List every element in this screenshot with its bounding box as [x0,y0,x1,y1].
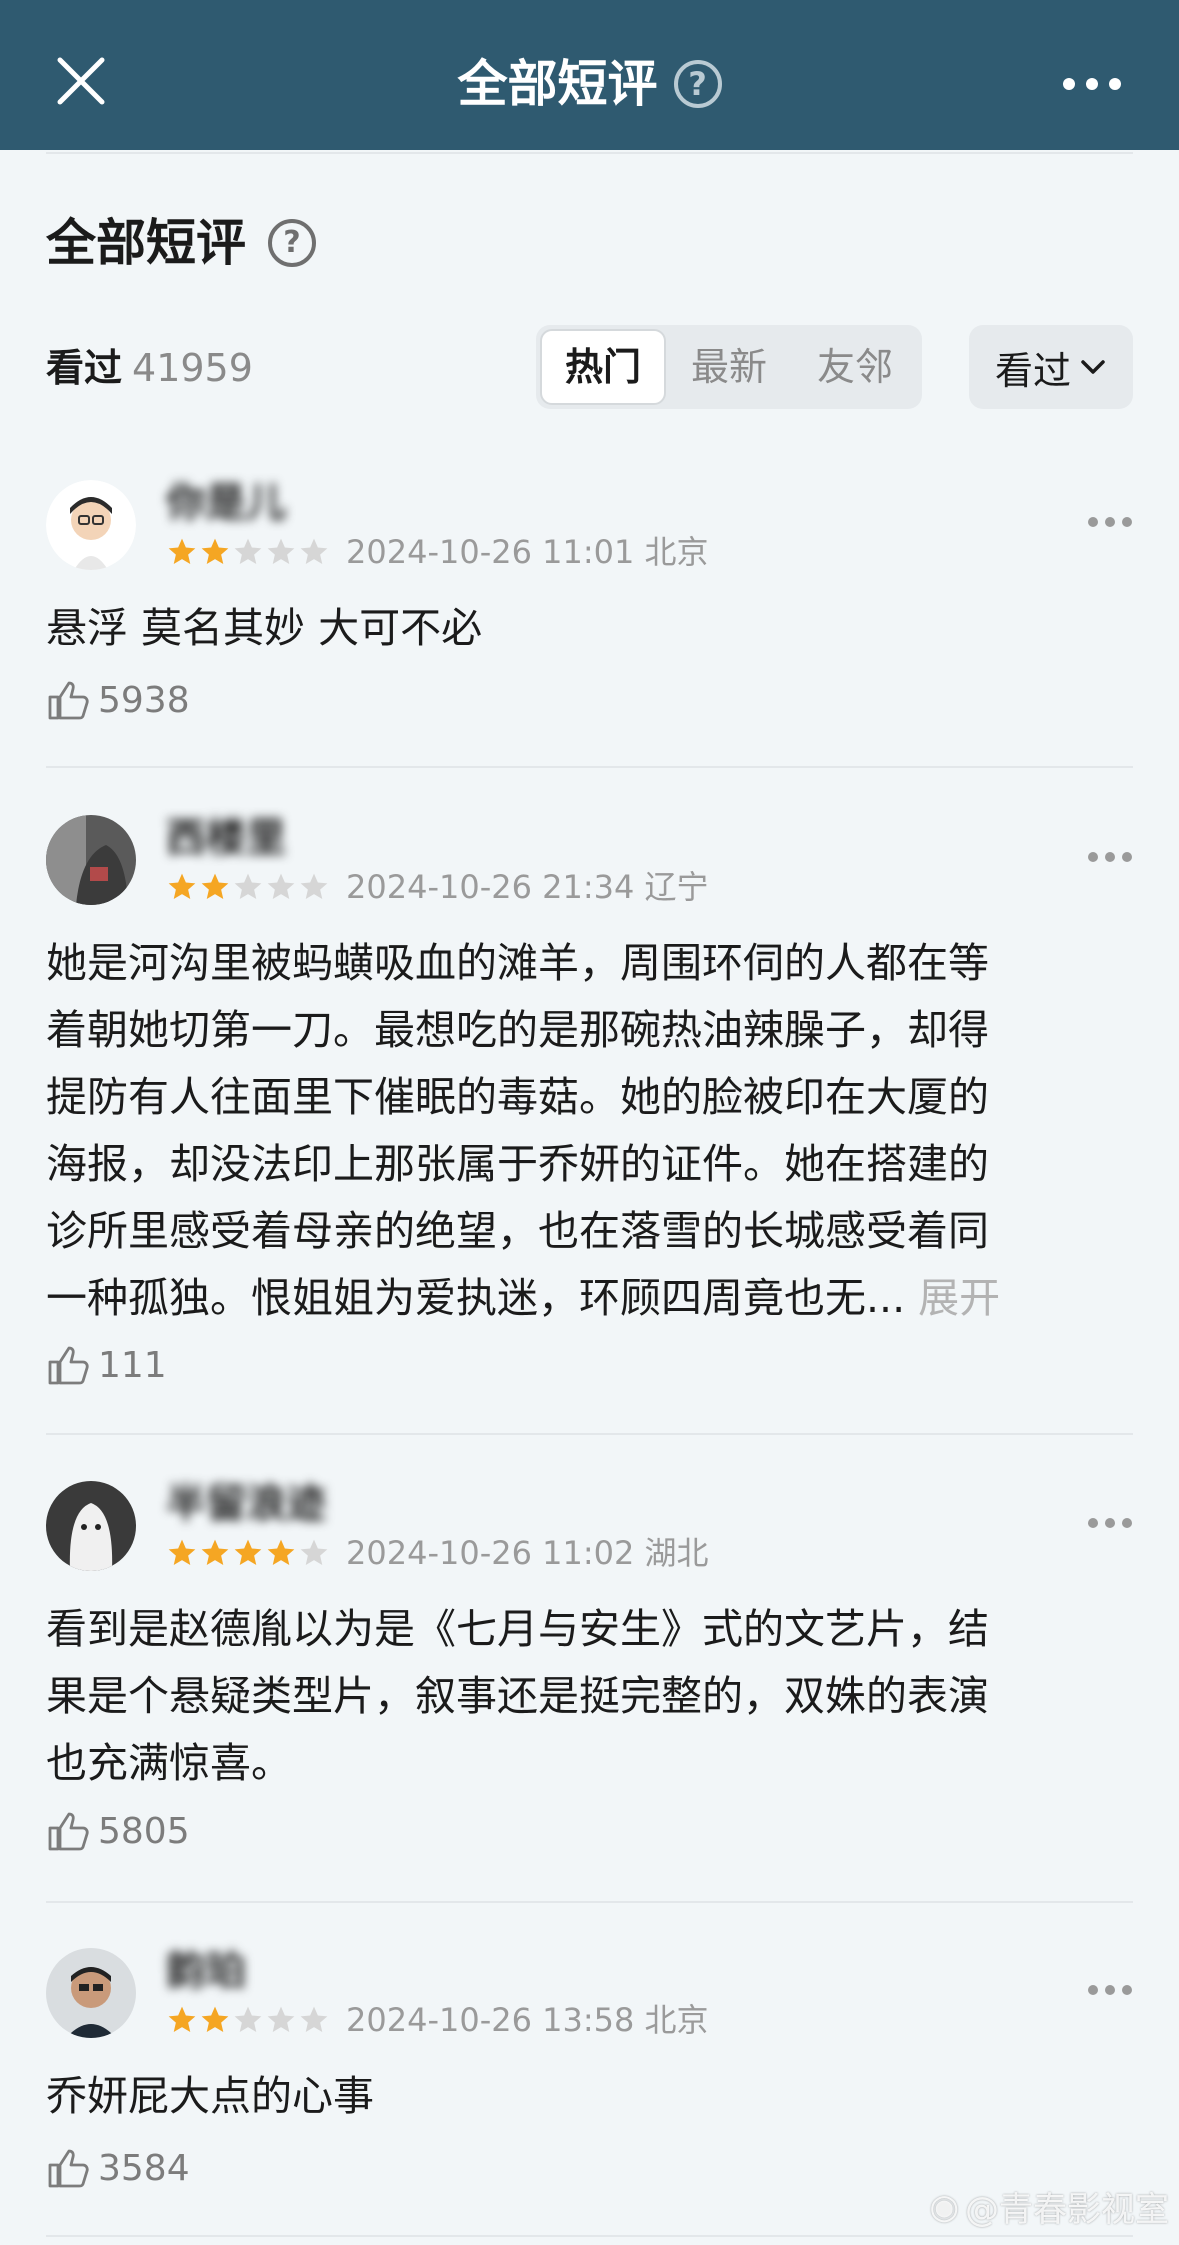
star-icon [234,538,262,564]
review-item: 韵珀 2024-10-26 13:58 北京 乔妍屁大点的心事 3584 [46,1948,1133,2208]
star-icon [201,538,229,564]
username[interactable]: 你是儿 [166,478,286,528]
seen-count: 看过 41959 [46,342,253,394]
star-icon [201,873,229,899]
review-line-text: 一种孤独。恨姐姐为爱执迷，环顾四周竟也无... [46,1274,906,1322]
avatar[interactable] [46,1948,136,2038]
like-button[interactable]: 3584 [46,2146,190,2190]
section-title: 全部短评 ? [46,212,316,274]
star-icon [267,873,295,899]
rating-stars [166,1537,330,1569]
tab-latest[interactable]: 最新 [666,329,792,405]
avatar[interactable] [46,1481,136,1571]
tab-friends[interactable]: 友邻 [792,329,918,405]
thumbs-up-icon [48,2149,89,2188]
review-text: 她是河沟里被蚂蟥吸血的滩羊，周围环伺的人都在等 着朝她切第一刀。最想吃的是那碗热… [46,930,1000,1332]
divider [46,1901,1133,1903]
star-icon [234,2006,262,2032]
thumbs-up-icon [48,681,89,720]
review-line: 诊所里感受着母亲的绝望，也在落雪的长城感受着同 [46,1207,989,1255]
review-text: 悬浮 莫名其妙 大可不必 [46,604,483,652]
divider [46,2235,1133,2237]
expand-link[interactable]: 展开 [918,1274,1000,1322]
review-date: 2024-10-26 13:58 北京 [346,2001,709,2039]
watermark: ◉ @青春影视室 [929,2182,1169,2231]
star-icon [267,538,295,564]
review-line: 看到是赵德胤以为是《七月与安生》式的文艺片，结 [46,1605,989,1653]
review-line: 着朝她切第一刀。最想吃的是那碗热油辣臊子，却得 [46,1006,989,1054]
rating-stars [166,536,330,568]
star-icon [300,1539,328,1565]
watermark-text: @青春影视室 [965,2190,1169,2230]
avatar[interactable] [46,815,136,905]
avatar[interactable] [46,480,136,570]
star-icon [267,1539,295,1565]
top-bar: 全部短评 ? [0,0,1179,150]
tab-hot[interactable]: 热门 [540,329,666,405]
help-icon[interactable]: ? [268,219,316,267]
review-date: 2024-10-26 11:02 湖北 [346,1534,709,1572]
username[interactable]: 半留浪迹 [166,1479,326,1529]
like-button[interactable]: 111 [46,1343,167,1387]
weibo-logo-icon: ◉ [929,2186,959,2227]
more-icon[interactable] [1087,851,1133,863]
like-count: 3584 [98,2147,190,2189]
sort-tabs: 热门 最新 友邻 [536,325,922,409]
like-count: 5938 [98,679,190,721]
review-text: 乔妍屁大点的心事 [46,2072,374,2120]
username[interactable]: 西楼里 [166,813,286,863]
review-line: 一种孤独。恨姐姐为爱执迷，环顾四周竟也无... 展开 [46,1265,1000,1332]
status-filter-dropdown[interactable]: 看过 [969,325,1133,409]
more-icon[interactable] [1087,516,1133,528]
star-icon [168,1539,196,1565]
star-icon [300,2006,328,2032]
thumbs-up-icon [48,1346,89,1385]
review-line: 她是河沟里被蚂蟥吸血的滩羊，周围环伺的人都在等 [46,939,989,987]
divider [46,1433,1133,1435]
divider [46,152,1133,154]
filter-label: 看过 [994,348,1071,393]
star-icon [300,538,328,564]
star-icon [201,2006,229,2032]
star-icon [201,1539,229,1565]
divider [46,766,1133,768]
page-title: 全部短评 [457,55,658,113]
username[interactable]: 韵珀 [166,1946,246,1996]
close-icon[interactable] [50,50,112,112]
star-icon [168,2006,196,2032]
like-count: 5805 [98,1810,190,1852]
like-button[interactable]: 5805 [46,1809,190,1853]
seen-number: 41959 [132,346,253,390]
review-text: 看到是赵德胤以为是《七月与安生》式的文艺片，结 果是个悬疑类型片，叙事还是挺完整… [46,1596,989,1797]
review-line: 果是个悬疑类型片，叙事还是挺完整的，双姝的表演 [46,1672,989,1720]
review-item: 半留浪迹 2024-10-26 11:02 湖北 看到是赵德胤以为是《七月与安生… [46,1481,1133,1881]
more-icon[interactable] [1061,76,1123,92]
like-button[interactable]: 5938 [46,678,190,722]
chevron-down-icon [1081,360,1105,374]
star-icon [234,1539,262,1565]
review-item: 你是儿 2024-10-26 11:01 北京 悬浮 莫名其妙 大可不必 593… [46,480,1133,750]
star-icon [300,873,328,899]
thumbs-up-icon [48,1812,89,1851]
star-icon [168,873,196,899]
review-item: 西楼里 2024-10-26 21:34 辽宁 她是河沟里被蚂蟥吸血的滩羊，周围… [46,815,1133,1415]
help-icon[interactable]: ? [673,60,722,108]
star-icon [168,538,196,564]
star-icon [267,2006,295,2032]
seen-label: 看过 [46,346,123,390]
more-icon[interactable] [1087,1517,1133,1529]
rating-stars [166,871,330,903]
review-line: 也充满惊喜。 [46,1739,292,1787]
rating-stars [166,2004,330,2036]
section-title-text: 全部短评 [46,214,246,272]
like-count: 111 [98,1344,167,1386]
star-icon [234,873,262,899]
review-date: 2024-10-26 11:01 北京 [346,533,709,571]
review-line: 海报，却没法印上那张属于乔妍的证件。她在搭建的 [46,1140,989,1188]
more-icon[interactable] [1087,1984,1133,1996]
review-date: 2024-10-26 21:34 辽宁 [346,868,709,906]
review-line: 提防有人往面里下催眠的毒菇。她的脸被印在大厦的 [46,1073,989,1121]
